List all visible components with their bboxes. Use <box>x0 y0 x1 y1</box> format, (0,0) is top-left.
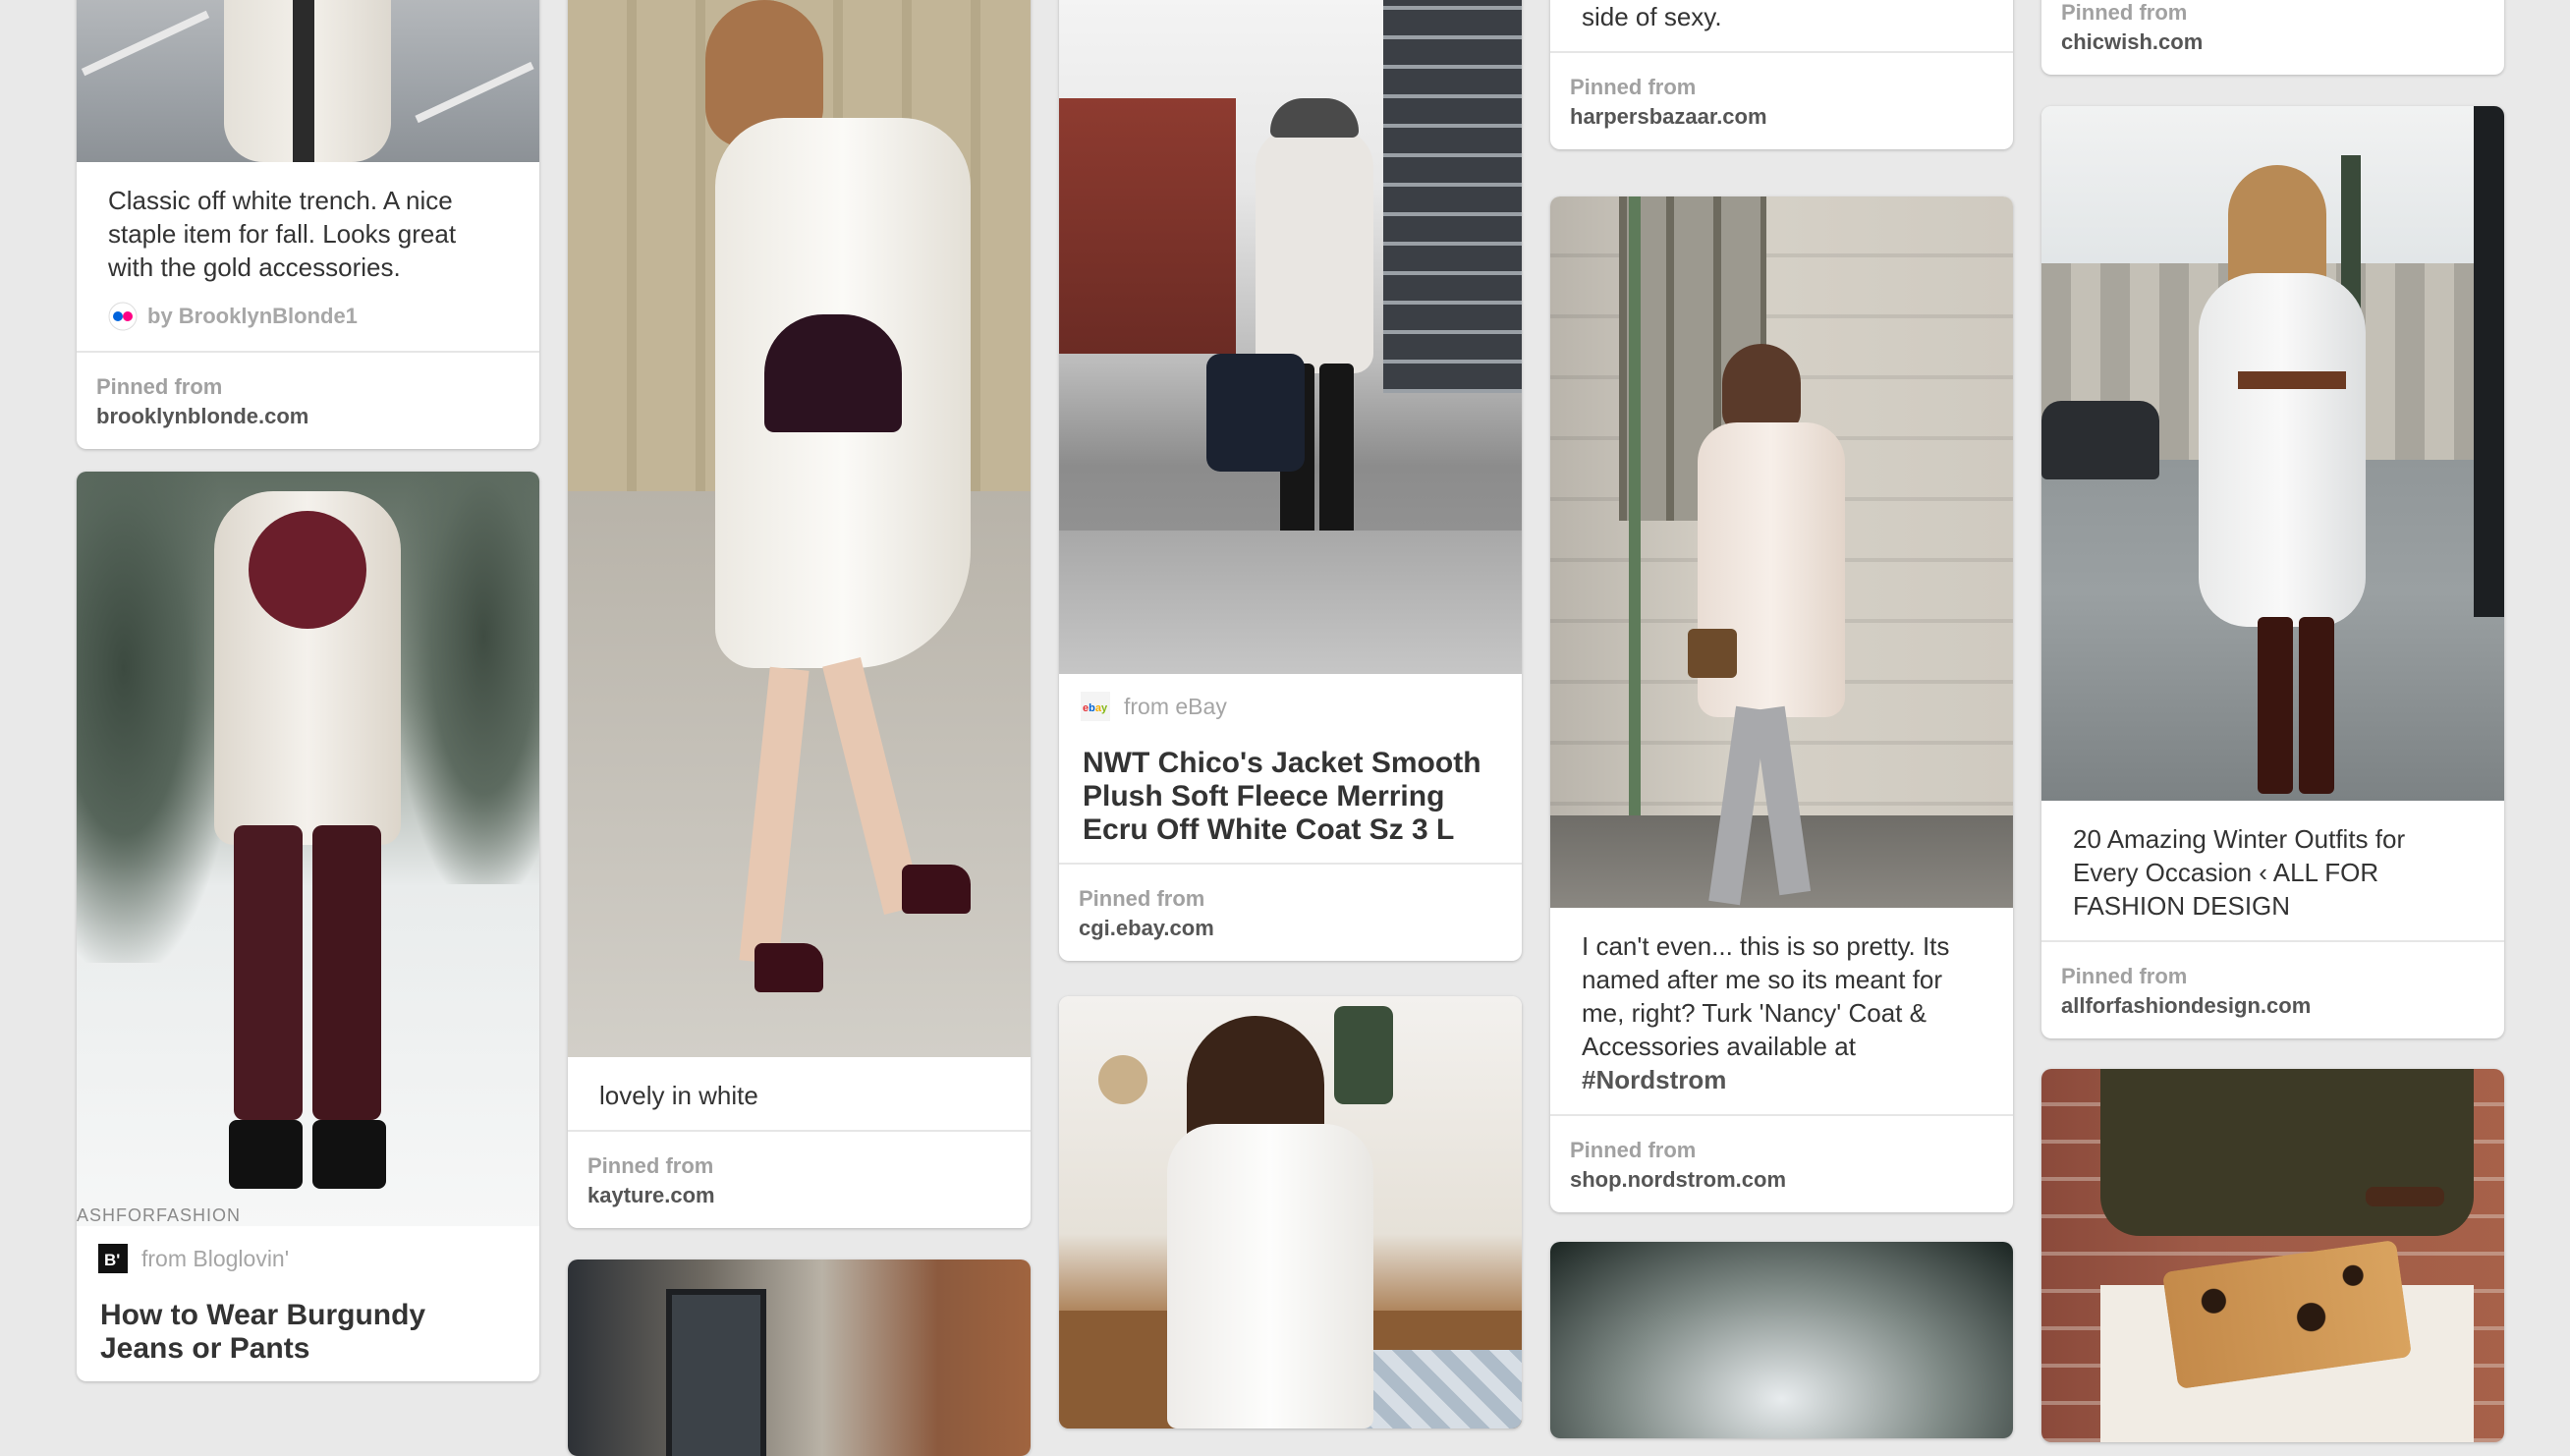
pin-description: lovely in white <box>599 1081 758 1110</box>
pin-attribution-text: by BrooklynBlonde1 <box>147 304 358 328</box>
pin-card-burgundy[interactable]: ASHFORFASHION B' from Bloglovin' How to … <box>77 472 539 1381</box>
ebay-icon: ebay <box>1081 692 1110 721</box>
pin-title[interactable]: How to Wear Burgundy Jeans or Pants <box>77 1293 539 1381</box>
pinned-from[interactable]: Pinned from brooklynblonde.com <box>77 351 539 449</box>
pin-card-street[interactable] <box>568 1260 1031 1456</box>
pin-card-chicwish[interactable]: Pinned from chicwish.com <box>2041 0 2504 75</box>
pin-image[interactable] <box>77 0 539 162</box>
pin-card-harpers[interactable]: silhouette can come with a serious side … <box>1550 0 2013 149</box>
pin-card-lovely-white[interactable]: lovely in white Pinned from kayture.com <box>568 0 1031 1228</box>
pin-image[interactable] <box>568 0 1031 1057</box>
pin-description-text: I can't even... this is so pretty. Its n… <box>1582 931 1950 1061</box>
pinned-from-label: Pinned from <box>587 1153 714 1178</box>
pin-card-winter-outfits[interactable]: 20 Amazing Winter Outfits for Every Occa… <box>2041 106 2504 1038</box>
pinned-from-label: Pinned from <box>2061 964 2188 988</box>
pinned-from[interactable]: Pinned from allforfashiondesign.com <box>2041 940 2504 1038</box>
pin-image[interactable] <box>1550 196 2013 908</box>
pinned-from[interactable]: Pinned from cgi.ebay.com <box>1059 863 1522 961</box>
pin-image[interactable] <box>1059 0 1522 674</box>
pin-card-snow[interactable] <box>1550 1242 2013 1438</box>
pinned-from-domain[interactable]: harpersbazaar.com <box>1570 102 1993 132</box>
bloglovin-icon: B' <box>98 1244 128 1273</box>
pinned-from[interactable]: Pinned from chicwish.com <box>2041 0 2504 75</box>
pin-hashtag[interactable]: #Nordstrom <box>1582 1065 1726 1094</box>
pin-source[interactable]: ebay from eBay <box>1059 674 1522 741</box>
pinned-from[interactable]: Pinned from harpersbazaar.com <box>1550 51 2013 149</box>
pinned-from-label: Pinned from <box>2061 0 2188 25</box>
pinned-from-label: Pinned from <box>1570 1138 1697 1162</box>
pin-card-nancy-coat[interactable]: I can't even... this is so pretty. Its n… <box>1550 196 2013 1212</box>
pin-image[interactable] <box>2041 1069 2504 1442</box>
pin-image[interactable] <box>568 1260 1031 1456</box>
pin-source-text: from eBay <box>1124 693 1227 719</box>
pinned-from-domain[interactable]: cgi.ebay.com <box>1079 914 1502 943</box>
pin-title[interactable]: NWT Chico's Jacket Smooth Plush Soft Fle… <box>1059 741 1522 863</box>
pin-description: I can't even... this is so pretty. Its n… <box>1550 908 2013 1114</box>
flickr-icon <box>108 302 138 331</box>
pin-card-ebay-jacket[interactable]: ebay from eBay NWT Chico's Jacket Smooth… <box>1059 0 1522 961</box>
pin-description: 20 Amazing Winter Outfits for Every Occa… <box>2073 824 2406 921</box>
pinned-from-domain[interactable]: kayture.com <box>587 1181 1011 1210</box>
pinned-from-label: Pinned from <box>96 374 223 399</box>
pinned-from-label: Pinned from <box>1570 75 1697 99</box>
pinned-from-label: Pinned from <box>1079 886 1205 911</box>
pinned-from-domain[interactable]: brooklynblonde.com <box>96 402 520 431</box>
pin-attribution[interactable]: by BrooklynBlonde1 <box>77 302 539 351</box>
pinned-from-domain[interactable]: shop.nordstrom.com <box>1570 1165 1993 1195</box>
pin-image[interactable] <box>1550 1242 2013 1438</box>
pin-source-text: from Bloglovin' <box>141 1245 290 1271</box>
pinned-from-domain[interactable]: chicwish.com <box>2061 28 2485 57</box>
pinned-from[interactable]: Pinned from kayture.com <box>568 1130 1031 1228</box>
svg-text:B': B' <box>104 1251 120 1269</box>
pin-description: silhouette can come with a serious side … <box>1582 2 1722 31</box>
pinned-from-domain[interactable]: allforfashiondesign.com <box>2061 991 2485 1021</box>
svg-text:ebay: ebay <box>1083 702 1108 714</box>
pin-card-leopard-clutch[interactable] <box>2041 1069 2504 1442</box>
pin-description: Classic off white trench. A nice staple … <box>108 186 457 282</box>
pin-image[interactable]: ASHFORFASHION <box>77 472 539 1226</box>
pinned-from[interactable]: Pinned from shop.nordstrom.com <box>1550 1114 2013 1212</box>
pin-image[interactable] <box>1059 996 1522 1428</box>
pin-card-trench[interactable]: Classic off white trench. A nice staple … <box>77 0 539 449</box>
pin-card-selfie[interactable] <box>1059 996 1522 1428</box>
pin-source[interactable]: B' from Bloglovin' <box>77 1226 539 1293</box>
pin-image[interactable] <box>2041 106 2504 801</box>
image-watermark: ASHFORFASHION <box>77 1205 242 1225</box>
